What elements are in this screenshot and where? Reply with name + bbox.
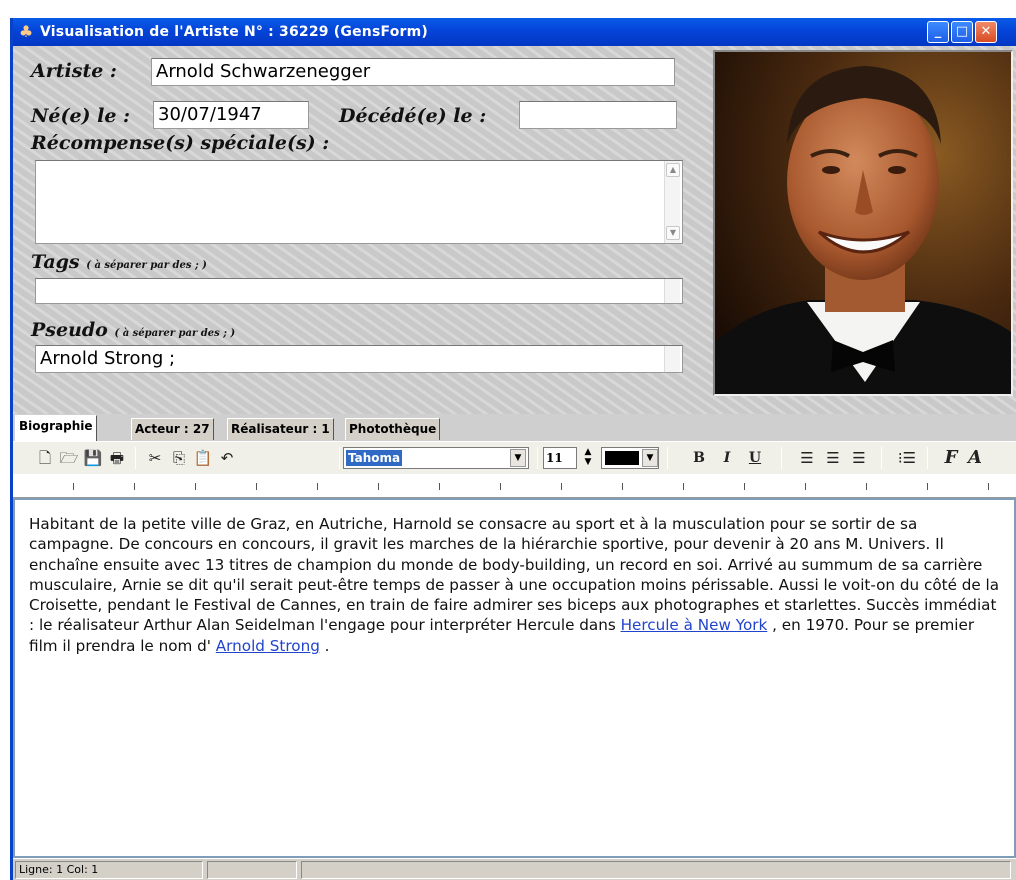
underline-button[interactable]: U — [745, 448, 765, 468]
toolbar-separator — [339, 447, 340, 469]
film-link-hercule[interactable]: Hercule à New York — [621, 616, 768, 634]
tags-hint: ( à séparer par des ; ) — [86, 260, 207, 271]
toolbar-separator — [537, 447, 538, 469]
window-title: Visualisation de l'Artiste N° : 36229 (G… — [40, 24, 428, 40]
ruler[interactable] — [13, 474, 1016, 498]
toolbar-separator — [927, 447, 928, 469]
title-bar[interactable]: ♣ Visualisation de l'Artiste N° : 36229 … — [13, 18, 1016, 46]
app-icon: ♣ — [18, 22, 34, 41]
birth-date-field[interactable]: 30/07/1947 — [153, 101, 309, 129]
minimize-button[interactable]: _ — [927, 21, 949, 43]
birth-date-label: Né(e) le : — [31, 105, 131, 127]
font-dialog-button[interactable]: F — [941, 448, 961, 468]
font-size-spinner[interactable]: ▲ ▼ — [581, 447, 595, 469]
italic-button[interactable]: I — [717, 448, 737, 468]
pseudo-field[interactable]: Arnold Strong ; — [35, 345, 683, 373]
biography-editor[interactable]: Habitant de la petite ville de Graz, en … — [13, 498, 1016, 858]
color-swatch — [605, 451, 639, 465]
chevron-down-icon[interactable]: ▼ — [510, 449, 526, 467]
ruler-tick — [73, 483, 74, 490]
open-icon[interactable]: 🗁 — [59, 448, 79, 468]
print-icon[interactable]: 🖶 — [107, 448, 127, 468]
ruler-tick — [561, 483, 562, 490]
ruler-tick — [500, 483, 501, 490]
scroll-up-icon[interactable]: ▲ — [666, 163, 680, 177]
ruler-tick — [195, 483, 196, 490]
artist-window: ♣ Visualisation de l'Artiste N° : 36229 … — [10, 18, 1016, 880]
copy-icon[interactable]: ⎘ — [169, 448, 189, 468]
biography-text: . — [319, 636, 330, 655]
awards-scrollbar[interactable]: ▲ ▼ — [664, 161, 680, 243]
artist-photo — [713, 50, 1013, 396]
ruler-tick — [988, 483, 989, 490]
close-button[interactable]: ✕ — [975, 21, 997, 43]
tab-bar: Biographie Acteur : 27 Réalisateur : 1 P… — [13, 414, 1016, 442]
font-style-button[interactable]: A — [965, 448, 985, 468]
tab-phototheque[interactable]: Photothèque — [345, 418, 441, 440]
pseudo-link-arnold-strong[interactable]: Arnold Strong — [216, 637, 320, 655]
chevron-down-icon[interactable]: ▼ — [642, 449, 658, 467]
font-value: Tahoma — [346, 450, 403, 466]
artiste-field[interactable]: Arnold Schwarzenegger — [151, 58, 675, 86]
ruler-tick — [317, 483, 318, 490]
awards-label: Récompense(s) spéciale(s) : — [31, 132, 330, 154]
ruler-tick — [927, 483, 928, 490]
ruler-tick — [378, 483, 379, 490]
cursor-position: Ligne: 1 Col: 1 — [15, 861, 203, 879]
bold-button[interactable]: B — [689, 448, 709, 468]
ruler-tick — [256, 483, 257, 490]
pseudo-scrollbar[interactable] — [664, 346, 680, 372]
ruler-tick — [805, 483, 806, 490]
pseudo-value: Arnold Strong ; — [40, 348, 176, 369]
bullets-icon[interactable]: ⁝☰ — [897, 448, 917, 468]
awards-field[interactable]: ▲ ▼ — [35, 160, 683, 244]
ruler-tick — [683, 483, 684, 490]
pseudo-label: Pseudo ( à séparer par des ; ) — [31, 319, 236, 341]
tab-realisateur[interactable]: Réalisateur : 1 — [227, 418, 334, 440]
ruler-tick — [866, 483, 867, 490]
new-icon[interactable]: 🗋 — [35, 448, 55, 468]
align-left-icon[interactable]: ☰ — [797, 448, 817, 468]
death-date-field[interactable] — [519, 101, 677, 129]
tags-scrollbar[interactable] — [664, 279, 680, 303]
tab-acteur[interactable]: Acteur : 27 — [131, 418, 214, 440]
paste-icon[interactable]: 📋 — [193, 448, 213, 468]
toolbar-separator — [781, 447, 782, 469]
ruler-tick — [622, 483, 623, 490]
font-size-field[interactable]: 11 — [543, 447, 577, 469]
tags-field[interactable] — [35, 278, 683, 304]
pseudo-hint: ( à séparer par des ; ) — [114, 328, 236, 339]
ruler-tick — [134, 483, 135, 490]
status-panel — [207, 861, 297, 879]
font-select[interactable]: Tahoma ▼ — [343, 447, 529, 469]
ruler-tick — [439, 483, 440, 490]
align-right-icon[interactable]: ☰ — [849, 448, 869, 468]
maximize-button[interactable]: □ — [951, 21, 973, 43]
format-toolbar: 🗋 🗁 💾 🖶 ✂ ⎘ 📋 ↶ Tahoma ▼ 11 ▲ ▼ ▼ B I U ☰… — [13, 442, 1016, 474]
artist-form: Artiste : Arnold Schwarzenegger Né(e) le… — [13, 46, 1016, 414]
ruler-tick — [744, 483, 745, 490]
text-color-picker[interactable]: ▼ — [601, 447, 659, 469]
tags-label: Tags ( à séparer par des ; ) — [31, 251, 207, 273]
toolbar-separator — [667, 447, 668, 469]
save-icon[interactable]: 💾 — [83, 448, 103, 468]
status-panel — [301, 861, 1011, 879]
undo-icon[interactable]: ↶ — [217, 448, 237, 468]
cut-icon[interactable]: ✂ — [145, 448, 165, 468]
toolbar-separator — [135, 447, 136, 469]
tab-biographie[interactable]: Biographie — [15, 415, 97, 441]
scroll-down-icon[interactable]: ▼ — [666, 226, 680, 240]
toolbar-separator — [881, 447, 882, 469]
death-date-label: Décédé(e) le : — [339, 105, 487, 127]
align-center-icon[interactable]: ☰ — [823, 448, 843, 468]
artiste-label: Artiste : — [31, 60, 117, 82]
status-bar: Ligne: 1 Col: 1 — [13, 858, 1016, 880]
